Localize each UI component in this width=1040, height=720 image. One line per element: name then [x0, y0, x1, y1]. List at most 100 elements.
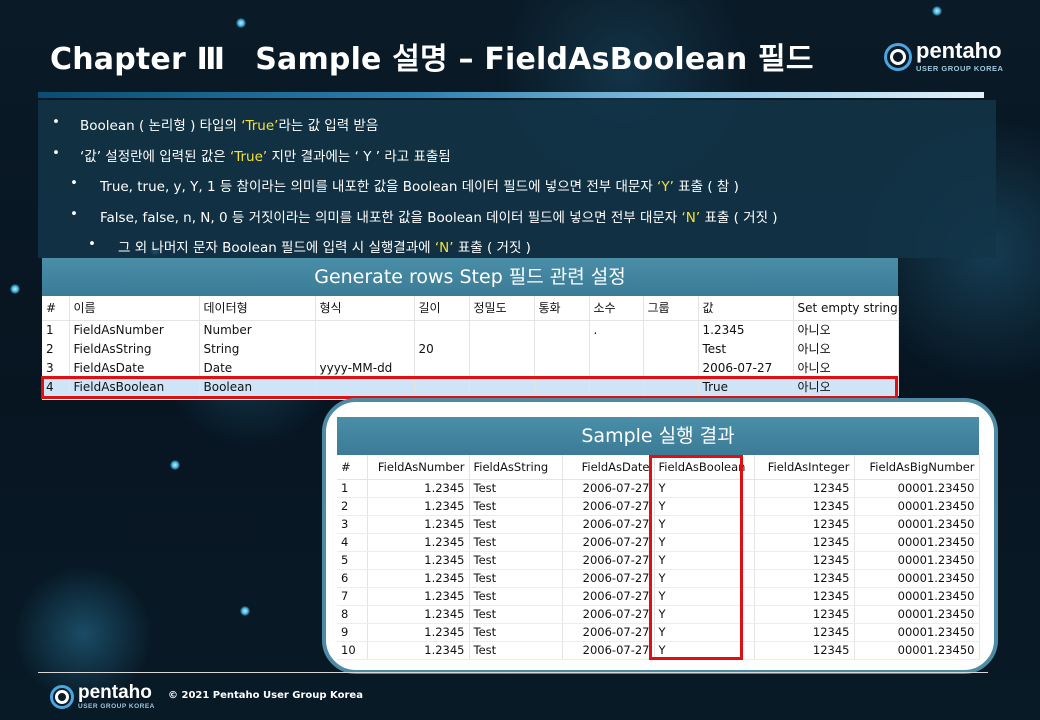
column-header[interactable]: 정밀도 — [469, 296, 535, 321]
column-header[interactable]: FieldAsDate — [562, 455, 655, 480]
table-cell[interactable] — [643, 320, 699, 339]
table-cell[interactable]: 8 — [337, 605, 368, 624]
table-cell[interactable]: 2 — [337, 497, 368, 516]
table-cell[interactable] — [469, 339, 535, 358]
table-cell[interactable]: 12345 — [754, 515, 855, 534]
table-cell[interactable] — [315, 320, 415, 339]
table-cell[interactable]: Number — [199, 320, 316, 339]
column-header[interactable]: FieldAsString — [469, 455, 563, 480]
table-cell[interactable]: 00001.23450 — [854, 605, 980, 624]
table-cell[interactable]: 12345 — [754, 551, 855, 570]
table-row[interactable]: 1 FieldAsNumber Number. 1.2345 아니오 — [42, 320, 899, 339]
table-cell[interactable]: 12345 — [754, 569, 855, 588]
table-cell[interactable]: 12345 — [754, 587, 855, 606]
table-cell[interactable]: 00001.23450 — [854, 623, 980, 642]
table-cell[interactable]: 1.2345 — [367, 551, 470, 570]
table-cell[interactable] — [534, 358, 590, 377]
table-cell[interactable]: 1.2345 — [367, 605, 470, 624]
table-cell[interactable]: Test — [698, 339, 794, 358]
table-cell[interactable] — [469, 320, 535, 339]
table-cell[interactable] — [469, 358, 535, 377]
table-cell[interactable]: Test — [469, 515, 563, 534]
table-cell[interactable]: 1.2345 — [698, 320, 794, 339]
table-cell[interactable]: Test — [469, 497, 563, 516]
table-cell[interactable]: 아니오 — [793, 320, 899, 339]
table-cell[interactable]: 1.2345 — [367, 623, 470, 642]
table-cell[interactable]: 00001.23450 — [854, 533, 980, 552]
column-header[interactable]: FieldAsBigNumber — [854, 455, 980, 480]
table-cell[interactable]: 2006-07-27 — [562, 587, 655, 606]
table-cell[interactable]: 00001.23450 — [854, 587, 980, 606]
table-cell[interactable]: 12345 — [754, 641, 855, 660]
table-cell[interactable]: 1 — [42, 320, 70, 339]
table-row[interactable]: 3 FieldAsDate Date yyyy-MM-dd 2006-07-27 아니오 — [42, 358, 899, 377]
table-cell[interactable]: 1.2345 — [367, 587, 470, 606]
table-cell[interactable]: 00001.23450 — [854, 479, 980, 498]
table-cell[interactable] — [643, 358, 699, 377]
table-cell[interactable]: 12345 — [754, 497, 855, 516]
table-cell[interactable]: 1.2345 — [367, 641, 470, 660]
table-cell[interactable]: String — [199, 339, 316, 358]
table-cell[interactable]: 1.2345 — [367, 569, 470, 588]
table-cell[interactable]: 1.2345 — [367, 515, 470, 534]
table-cell[interactable]: FieldAsString — [69, 339, 200, 358]
table-cell[interactable]: 12345 — [754, 605, 855, 624]
column-header[interactable]: 값 — [698, 296, 794, 321]
table-cell[interactable]: 2006-07-27 — [562, 569, 655, 588]
table-cell[interactable]: Test — [469, 479, 563, 498]
table-cell[interactable]: 1.2345 — [367, 497, 470, 516]
table-cell[interactable]: 4 — [337, 533, 368, 552]
table-cell[interactable]: 00001.23450 — [854, 515, 980, 534]
table-cell[interactable]: 2006-07-27 — [562, 515, 655, 534]
table-cell[interactable]: Test — [469, 641, 563, 660]
table-cell[interactable]: 20 — [414, 339, 470, 358]
table-cell[interactable]: 00001.23450 — [854, 641, 980, 660]
column-header[interactable]: FieldAsInteger — [754, 455, 855, 480]
table-cell[interactable] — [589, 339, 644, 358]
column-header[interactable]: 그룹 — [643, 296, 699, 321]
table-cell[interactable]: 12345 — [754, 533, 855, 552]
table-cell[interactable] — [414, 358, 470, 377]
column-header[interactable]: 이름 — [69, 296, 200, 321]
table-cell[interactable]: 00001.23450 — [854, 569, 980, 588]
column-header[interactable]: 길이 — [414, 296, 470, 321]
table-cell[interactable] — [534, 320, 590, 339]
column-header[interactable]: 형식 — [315, 296, 415, 321]
table-cell[interactable] — [315, 339, 415, 358]
table-cell[interactable]: 3 — [42, 358, 70, 377]
table-cell[interactable]: 1.2345 — [367, 533, 470, 552]
table-cell[interactable]: 1 — [337, 479, 368, 498]
table-cell[interactable]: 12345 — [754, 623, 855, 642]
table-cell[interactable]: 5 — [337, 551, 368, 570]
table-cell[interactable]: Test — [469, 533, 563, 552]
column-header[interactable]: # — [337, 455, 368, 480]
table-cell[interactable]: Test — [469, 623, 563, 642]
column-header[interactable]: # — [42, 296, 70, 321]
table-cell[interactable]: 아니오 — [793, 358, 899, 377]
table-cell[interactable]: FieldAsDate — [69, 358, 200, 377]
table-cell[interactable]: FieldAsNumber — [69, 320, 200, 339]
table-cell[interactable]: Test — [469, 587, 563, 606]
table-cell[interactable]: Test — [469, 551, 563, 570]
table-cell[interactable]: . — [589, 320, 644, 339]
table-row[interactable]: 2 FieldAsString String 20 Test 아니오 — [42, 339, 899, 358]
table-cell[interactable]: 7 — [337, 587, 368, 606]
table-cell[interactable]: 10 — [337, 641, 368, 660]
column-header[interactable]: 통화 — [534, 296, 590, 321]
table-cell[interactable]: yyyy-MM-dd — [315, 358, 415, 377]
table-cell[interactable]: 2 — [42, 339, 70, 358]
column-header[interactable]: 소수 — [589, 296, 644, 321]
column-header[interactable]: 데이터형 — [199, 296, 316, 321]
table-cell[interactable]: 00001.23450 — [854, 497, 980, 516]
table-cell[interactable]: 2006-07-27 — [562, 641, 655, 660]
table-cell[interactable]: 2006-07-27 — [562, 533, 655, 552]
table-cell[interactable]: 6 — [337, 569, 368, 588]
table-cell[interactable] — [643, 339, 699, 358]
table-cell[interactable] — [534, 339, 590, 358]
table-cell[interactable]: 12345 — [754, 479, 855, 498]
table-cell[interactable]: Date — [199, 358, 316, 377]
table-cell[interactable]: 2006-07-27 — [698, 358, 794, 377]
table-cell[interactable]: 2006-07-27 — [562, 605, 655, 624]
table-cell[interactable]: 2006-07-27 — [562, 551, 655, 570]
table-cell[interactable]: Test — [469, 569, 563, 588]
